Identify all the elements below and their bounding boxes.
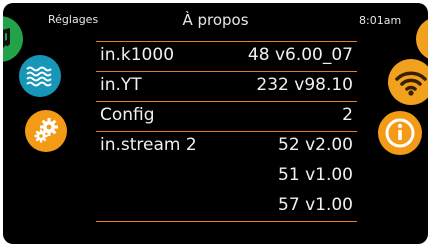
table-row: in.YT 232 v98.10 (96, 71, 357, 101)
clock-time: 8:01am (359, 14, 402, 27)
about-table: in.k1000 48 v6.00_07 in.YT 232 v98.10 Co… (96, 41, 357, 222)
row-label: Config (100, 105, 155, 125)
row-label: in.stream 2 (100, 135, 197, 155)
row-value: 48 v6.00_07 (247, 45, 353, 65)
settings-button[interactable] (25, 110, 67, 152)
row-label: in.k1000 (100, 45, 175, 65)
row-value: 57 v1.00 (278, 195, 353, 215)
table-row: 51 v1.00 (96, 161, 357, 191)
settings-gears-icon (34, 118, 58, 143)
water-button[interactable] (19, 55, 61, 97)
table-row: Config 2 (96, 101, 357, 131)
row-label: in.YT (100, 75, 142, 95)
table-row: in.k1000 48 v6.00_07 (96, 41, 357, 71)
table-row: 57 v1.00 (96, 191, 357, 221)
info-button[interactable] (378, 111, 422, 155)
water-waves-icon (26, 66, 52, 87)
row-value: 2 (342, 105, 353, 125)
wifi-icon (395, 71, 427, 96)
music-button[interactable] (3, 16, 23, 62)
music-icon (3, 28, 10, 48)
top-bar: Réglages À propos 8:01am (3, 3, 428, 35)
row-value: 232 v98.10 (256, 75, 353, 95)
row-value: 52 v2.00 (278, 135, 353, 155)
row-value: 51 v1.00 (278, 165, 353, 185)
screen: Réglages À propos 8:01am in.k1000 48 v6.… (3, 3, 428, 244)
info-icon (385, 118, 415, 148)
wifi-button[interactable] (388, 59, 428, 105)
table-row: in.stream 2 52 v2.00 (96, 131, 357, 161)
table-bottom-divider (96, 221, 357, 222)
